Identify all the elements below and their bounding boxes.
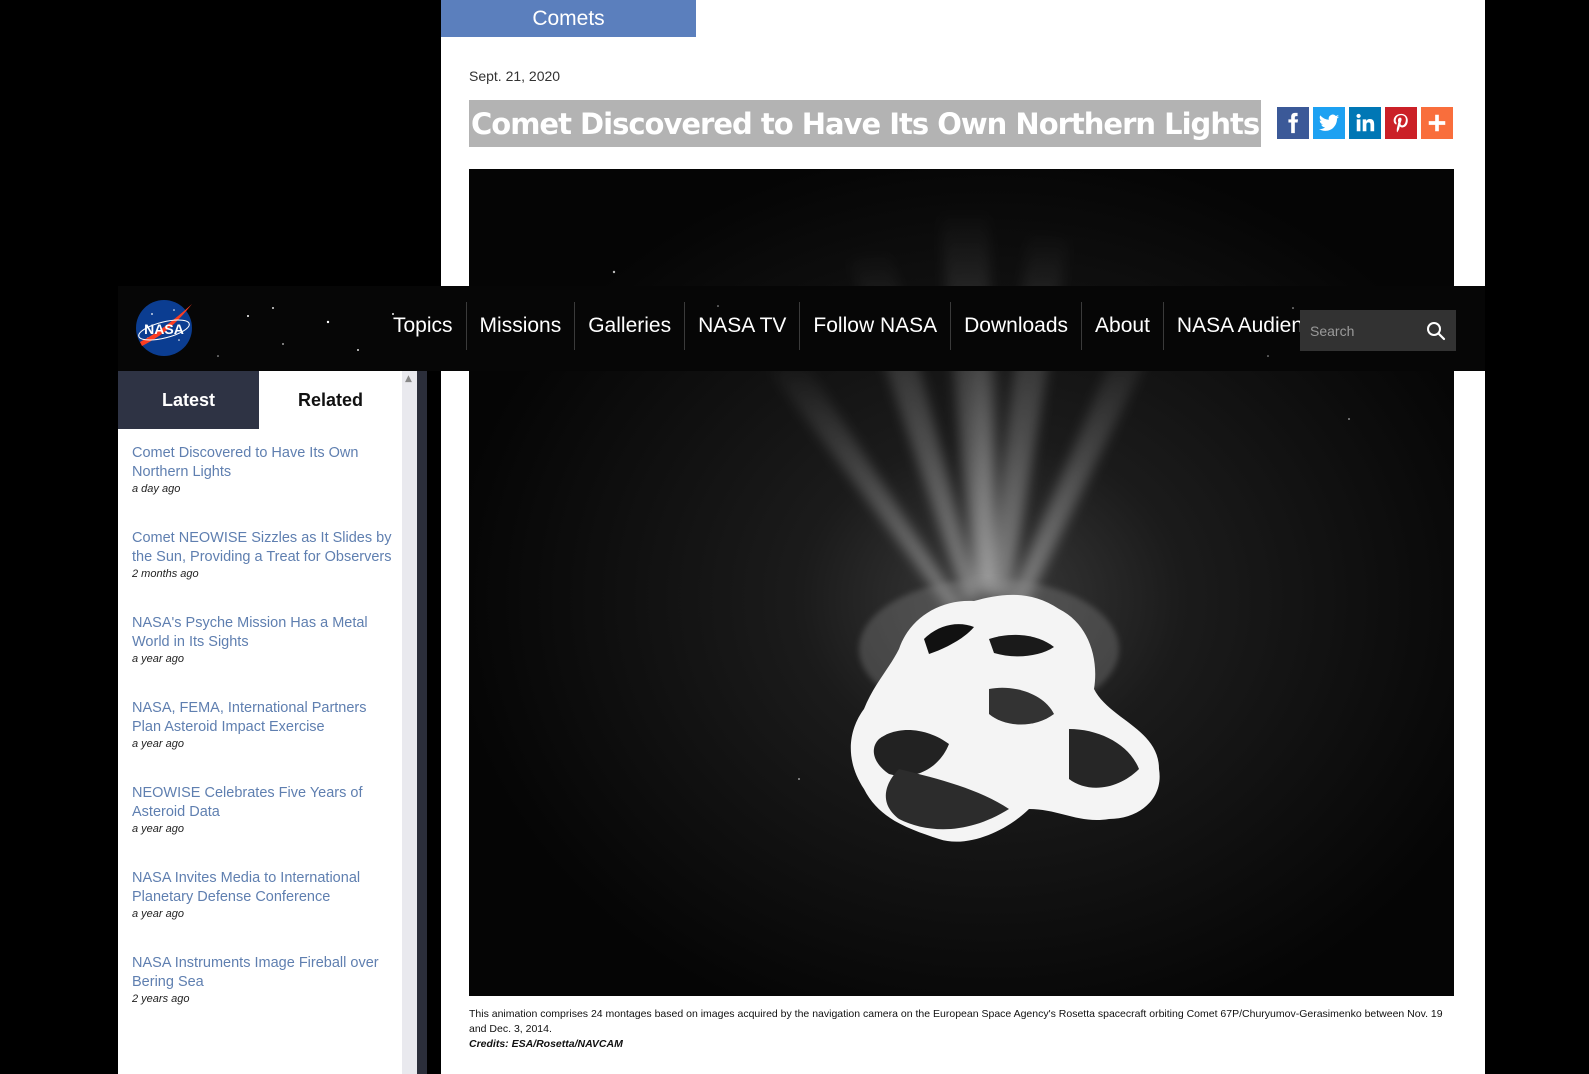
pinterest-icon	[1393, 113, 1408, 133]
twitter-icon	[1318, 114, 1340, 131]
search-box	[1300, 310, 1456, 351]
more-share-button[interactable]	[1421, 107, 1453, 139]
sidebar-scrollbar[interactable]: ▲	[402, 371, 417, 1074]
list-item-time: 2 months ago	[132, 568, 199, 580]
list-item[interactable]: Comet Discovered to Have Its Own Norther…	[132, 444, 394, 529]
scroll-up-icon[interactable]: ▲	[405, 374, 412, 384]
nav-item-nasa-tv[interactable]: NASA TV	[684, 302, 799, 350]
nav-item-missions[interactable]: Missions	[465, 302, 575, 350]
category-tab[interactable]: Comets	[441, 0, 696, 37]
list-item-time: a year ago	[132, 738, 184, 750]
list-item-time: a day ago	[132, 483, 181, 495]
nasa-logo[interactable]: NASA	[134, 298, 194, 358]
list-item-time: a year ago	[132, 908, 184, 920]
article-date: Sept. 21, 2020	[469, 68, 561, 84]
list-item[interactable]: NASA Invites Media to International Plan…	[132, 869, 394, 954]
list-item[interactable]: NASA Instruments Image Fireball over Ber…	[132, 954, 394, 1039]
main-nav-bar: NASA Topics Missions Galleries NASA TV F…	[118, 286, 1485, 371]
list-item[interactable]: NEOWISE Celebrates Five Years of Asteroi…	[132, 784, 394, 869]
facebook-share-button[interactable]	[1277, 107, 1309, 139]
list-item-title[interactable]: NASA Invites Media to International Plan…	[132, 869, 394, 907]
nav-item-about[interactable]: About	[1081, 302, 1163, 350]
article-title: Comet Discovered to Have Its Own Norther…	[469, 100, 1262, 147]
list-item-time: a year ago	[132, 823, 184, 835]
plus-icon	[1428, 114, 1446, 132]
image-caption: This animation comprises 24 montages bas…	[469, 1007, 1454, 1052]
svg-text:NASA: NASA	[144, 321, 184, 337]
list-item-time: 2 years ago	[132, 993, 190, 1005]
list-item-title[interactable]: NASA, FEMA, International Partners Plan …	[132, 699, 394, 737]
list-item-time: a year ago	[132, 653, 184, 665]
sidebar-article-list: Comet Discovered to Have Its Own Norther…	[132, 444, 394, 1039]
linkedin-share-button[interactable]	[1349, 107, 1381, 139]
nav-item-follow-nasa[interactable]: Follow NASA	[799, 302, 950, 350]
search-input[interactable]	[1300, 310, 1428, 351]
nav-menu: Topics Missions Galleries NASA TV Follow…	[380, 302, 1349, 350]
sidebar-edge	[417, 371, 427, 1074]
twitter-share-button[interactable]	[1313, 107, 1345, 139]
list-item-title[interactable]: Comet Discovered to Have Its Own Norther…	[132, 444, 394, 482]
list-item-title[interactable]: NASA's Psyche Mission Has a Metal World …	[132, 614, 394, 652]
linkedin-icon	[1356, 113, 1375, 132]
nav-item-galleries[interactable]: Galleries	[574, 302, 684, 350]
tab-latest[interactable]: Latest	[118, 371, 259, 429]
list-item-title[interactable]: NEOWISE Celebrates Five Years of Asteroi…	[132, 784, 394, 822]
share-bar	[1277, 107, 1453, 139]
sidebar: Latest Related Comet Discovered to Have …	[118, 371, 427, 1074]
search-icon[interactable]	[1426, 321, 1446, 341]
facebook-icon	[1288, 112, 1299, 134]
caption-credits: Credits: ESA/Rosetta/NAVCAM	[469, 1038, 623, 1050]
list-item[interactable]: Comet NEOWISE Sizzles as It Slides by th…	[132, 529, 394, 614]
list-item-title[interactable]: NASA Instruments Image Fireball over Ber…	[132, 954, 394, 992]
list-item[interactable]: NASA, FEMA, International Partners Plan …	[132, 699, 394, 784]
sidebar-tabs: Latest Related	[118, 371, 402, 429]
pinterest-share-button[interactable]	[1385, 107, 1417, 139]
list-item[interactable]: NASA's Psyche Mission Has a Metal World …	[132, 614, 394, 699]
tab-related[interactable]: Related	[259, 371, 402, 429]
nav-item-topics[interactable]: Topics	[380, 302, 466, 350]
list-item-title[interactable]: Comet NEOWISE Sizzles as It Slides by th…	[132, 529, 394, 567]
nav-item-downloads[interactable]: Downloads	[950, 302, 1081, 350]
caption-text: This animation comprises 24 montages bas…	[469, 1008, 1443, 1035]
